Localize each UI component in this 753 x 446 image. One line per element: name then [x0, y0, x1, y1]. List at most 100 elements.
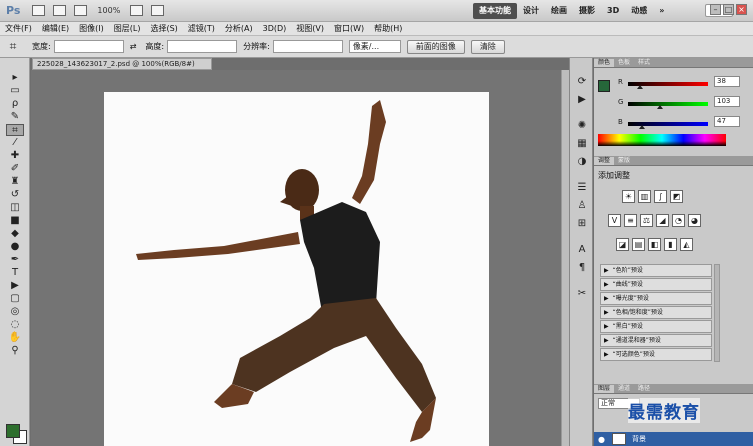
- black-white-icon[interactable]: ◢: [656, 214, 669, 227]
- menu-file[interactable]: 文件(F): [0, 23, 37, 34]
- blue-value-field[interactable]: 47: [714, 116, 740, 127]
- green-slider-track[interactable]: [628, 102, 708, 106]
- blue-slider[interactable]: B 47: [618, 116, 748, 130]
- move-tool-icon[interactable]: ▸: [6, 72, 24, 84]
- close-icon[interactable]: ×: [736, 4, 747, 15]
- expand-arrow-icon[interactable]: ▶: [604, 309, 609, 316]
- red-value-field[interactable]: 38: [714, 76, 740, 87]
- color-spectrum-ramp[interactable]: [598, 134, 726, 146]
- marquee-tool-icon[interactable]: ▭: [6, 85, 24, 97]
- preset-exposure[interactable]: ▶ “曝光度”预设: [600, 292, 712, 305]
- clone-stamp-tool-icon[interactable]: ♜: [6, 176, 24, 188]
- zoom-level[interactable]: 100%: [97, 6, 120, 15]
- menu-view[interactable]: 视图(V): [291, 23, 329, 34]
- crop-tool-button[interactable]: ⌗: [6, 124, 24, 136]
- animation-panel-icon[interactable]: ☰: [575, 182, 589, 194]
- color-balance-icon[interactable]: ⚖: [640, 214, 653, 227]
- shape-tool-icon[interactable]: ▢: [6, 293, 24, 305]
- layer-row[interactable]: ● 背景: [594, 432, 753, 446]
- preset-black-white[interactable]: ▶ “黑白”预设: [600, 320, 712, 333]
- expand-arrow-icon[interactable]: ▶: [604, 351, 609, 358]
- document-scrollbar[interactable]: [561, 70, 569, 446]
- info-panel-icon[interactable]: ◑: [575, 156, 589, 168]
- lasso-tool-icon[interactable]: ρ: [6, 98, 24, 110]
- crop-tool-icon[interactable]: ⌗: [0, 39, 26, 54]
- red-slider[interactable]: R 38: [618, 76, 748, 90]
- path-select-tool-icon[interactable]: ▶: [6, 280, 24, 292]
- preset-selective-color[interactable]: ▶ “可选颜色”预设: [600, 348, 712, 361]
- hue-saturation-icon[interactable]: ≡: [624, 214, 637, 227]
- green-slider-thumb[interactable]: [657, 105, 663, 109]
- exposure-icon[interactable]: ◩: [670, 190, 683, 203]
- foreground-color-swatch[interactable]: [6, 424, 20, 438]
- bridge-icon[interactable]: [32, 5, 46, 16]
- tab-layers[interactable]: 图层: [594, 385, 615, 393]
- menu-window[interactable]: 窗口(W): [329, 23, 369, 34]
- layer-name[interactable]: 背景: [632, 434, 646, 444]
- zoom-tool-icon[interactable]: ⚲: [6, 345, 24, 357]
- channel-mixer-icon[interactable]: ◕: [688, 214, 701, 227]
- blue-slider-thumb[interactable]: [639, 125, 646, 129]
- posterize-icon[interactable]: ▤: [632, 238, 645, 251]
- hand-tool-icon[interactable]: ✋: [6, 332, 24, 344]
- brush-panel-icon[interactable]: ✺: [575, 120, 589, 132]
- type-tool-icon[interactable]: T: [6, 267, 24, 279]
- workspace-essentials[interactable]: 基本功能: [473, 3, 517, 19]
- selective-color-icon[interactable]: ◭: [680, 238, 693, 251]
- 3d-panel-icon[interactable]: ♙: [575, 200, 589, 212]
- menu-select[interactable]: 选择(S): [145, 23, 182, 34]
- tool-presets-icon[interactable]: ✂: [575, 288, 589, 300]
- green-slider[interactable]: G 103: [618, 96, 748, 110]
- foreground-color-chip[interactable]: [598, 80, 610, 92]
- brush-tool-icon[interactable]: ✐: [6, 163, 24, 175]
- paragraph-panel-icon[interactable]: ¶: [575, 262, 589, 274]
- history-brush-tool-icon[interactable]: ↺: [6, 189, 24, 201]
- curves-icon[interactable]: ∫: [654, 190, 667, 203]
- menu-filter[interactable]: 滤镜(T): [183, 23, 220, 34]
- measurement-panel-icon[interactable]: ⊞: [575, 218, 589, 230]
- clone-source-icon[interactable]: ▦: [575, 138, 589, 150]
- tab-swatches[interactable]: 色板: [614, 59, 634, 67]
- brightness-contrast-icon[interactable]: ☀: [622, 190, 635, 203]
- threshold-icon[interactable]: ◧: [648, 238, 661, 251]
- actions-panel-icon[interactable]: ▶: [575, 94, 589, 106]
- arrange-documents-icon[interactable]: [130, 5, 144, 16]
- green-value-field[interactable]: 103: [714, 96, 740, 107]
- gradient-map-icon[interactable]: ▮: [664, 238, 677, 251]
- view-extras-icon[interactable]: [74, 5, 88, 16]
- expand-arrow-icon[interactable]: ▶: [604, 323, 609, 330]
- tab-styles[interactable]: 样式: [634, 59, 654, 67]
- eraser-tool-icon[interactable]: ◫: [6, 202, 24, 214]
- document-tab[interactable]: 225028_143623017_2.psd @ 100%(RGB/8#): [32, 58, 212, 70]
- workspace-motion[interactable]: 动感: [625, 3, 653, 19]
- blur-tool-icon[interactable]: ◆: [6, 228, 24, 240]
- workspace-design[interactable]: 设计: [517, 3, 545, 19]
- pen-tool-icon[interactable]: ✒: [6, 254, 24, 266]
- height-field[interactable]: [167, 40, 238, 53]
- gradient-tool-icon[interactable]: ■: [6, 215, 24, 227]
- expand-arrow-icon[interactable]: ▶: [604, 337, 609, 344]
- clear-button[interactable]: 清除: [470, 39, 505, 54]
- preset-hue-saturation[interactable]: ▶ “色相/饱和度”预设: [600, 306, 712, 319]
- 3d-orbit-tool-icon[interactable]: ◌: [6, 319, 24, 331]
- dodge-tool-icon[interactable]: ●: [6, 241, 24, 253]
- workspace-more[interactable]: »: [653, 3, 670, 19]
- workspace-photography[interactable]: 摄影: [573, 3, 601, 19]
- image-canvas[interactable]: [104, 92, 489, 446]
- red-slider-thumb[interactable]: [637, 85, 643, 89]
- character-panel-icon[interactable]: A: [575, 244, 589, 256]
- front-image-button[interactable]: 前面的图像: [406, 39, 465, 54]
- expand-arrow-icon[interactable]: ▶: [604, 295, 609, 302]
- swap-icon[interactable]: ⇄: [130, 42, 137, 51]
- eye-icon[interactable]: ●: [598, 435, 605, 444]
- menu-analysis[interactable]: 分析(A): [220, 23, 258, 34]
- preset-curves[interactable]: ▶ “曲线”预设: [600, 278, 712, 291]
- history-panel-icon[interactable]: ⟳: [575, 76, 589, 88]
- tab-channels[interactable]: 通道: [614, 385, 634, 393]
- workspace-3d[interactable]: 3D: [601, 3, 625, 19]
- menu-help[interactable]: 帮助(H): [369, 23, 407, 34]
- menu-layer[interactable]: 图层(L): [109, 23, 146, 34]
- expand-arrow-icon[interactable]: ▶: [604, 281, 609, 288]
- tab-adjustments[interactable]: 调整: [594, 157, 615, 165]
- maximize-icon[interactable]: □: [723, 4, 734, 15]
